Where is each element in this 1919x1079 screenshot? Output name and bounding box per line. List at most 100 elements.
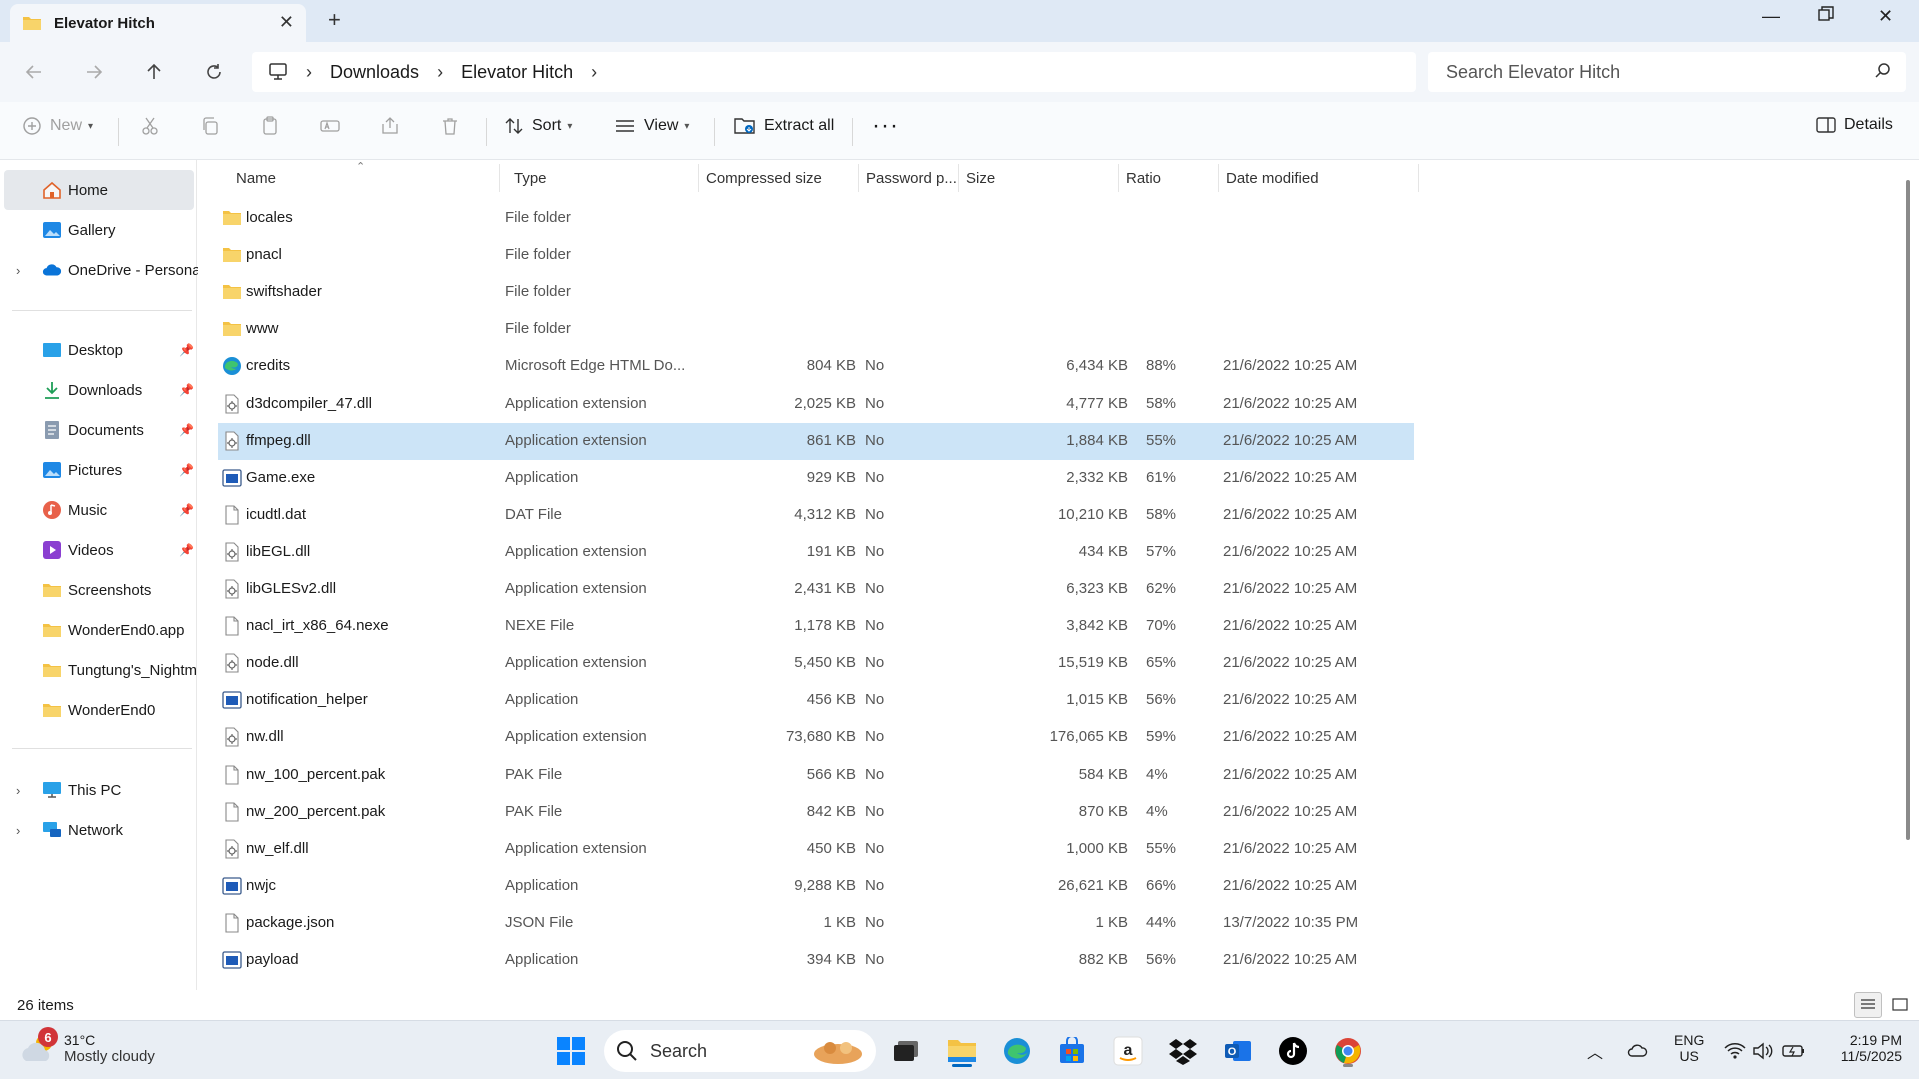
up-button[interactable] (138, 56, 170, 88)
column-header-password[interactable]: Password p... (858, 160, 958, 196)
minimize-icon[interactable]: — (1762, 6, 1780, 27)
close-tab-icon[interactable]: ✕ (279, 12, 294, 33)
file-row[interactable]: www File folder (218, 311, 1414, 348)
search-box[interactable] (1428, 52, 1906, 92)
column-header-compressed-size[interactable]: Compressed size (698, 160, 858, 196)
tiles-view-button[interactable] (1886, 992, 1914, 1018)
sidebar-item-videos[interactable]: Videos 📌 (4, 530, 194, 570)
share-button[interactable] (380, 116, 408, 136)
sidebar-item-onedrive[interactable]: › OneDrive - Persona (4, 250, 198, 290)
forward-button[interactable] (78, 56, 110, 88)
new-tab-button[interactable]: + (328, 7, 341, 33)
file-row[interactable]: nw_elf.dll Application extension 450 KB No 1… (218, 831, 1414, 868)
file-row[interactable]: nw.dll Application extension 73,680 KB No 17… (218, 719, 1414, 756)
onedrive-tray-button[interactable] (1624, 1033, 1652, 1069)
back-button[interactable] (18, 56, 50, 88)
computer-icon[interactable] (268, 63, 288, 81)
sidebar-item-documents[interactable]: Documents 📌 (4, 410, 194, 450)
sidebar-item-wonderend0[interactable]: WonderEnd0 (4, 690, 194, 730)
file-row[interactable]: package.json JSON File 1 KB No 1 KB 44% 13/7/2… (218, 905, 1414, 942)
file-row[interactable]: notification_helper Application 456 KB No 1,… (218, 682, 1414, 719)
file-row[interactable]: nacl_irt_x86_64.nexe NEXE File 1,178 KB No 3… (218, 608, 1414, 645)
task-view-button[interactable] (888, 1033, 924, 1069)
pin-icon[interactable]: 📌 (179, 423, 194, 437)
sidebar-item-wonderend0-app[interactable]: WonderEnd0.app (4, 610, 194, 650)
chevron-right-icon[interactable]: › (437, 62, 443, 83)
column-header-size[interactable]: Size (958, 160, 1118, 196)
clock[interactable]: 2:19 PM 11/5/2025 (1822, 1032, 1902, 1064)
column-divider[interactable] (1418, 164, 1419, 192)
volume-button[interactable] (1750, 1033, 1776, 1069)
sort-button[interactable]: Sort ▾ (504, 116, 572, 136)
vertical-scrollbar[interactable] (1906, 180, 1910, 840)
file-row[interactable]: d3dcompiler_47.dll Application extension 2… (218, 386, 1414, 423)
file-row[interactable]: libGLESv2.dll Application extension 2,431 … (218, 571, 1414, 608)
column-header-date-modified[interactable]: Date modified (1218, 160, 1418, 196)
file-row[interactable]: nw_100_percent.pak PAK File 566 KB No 584 KB… (218, 757, 1414, 794)
new-button[interactable]: New ▾ (22, 116, 93, 136)
copy-button[interactable] (200, 116, 228, 136)
chevron-right-icon[interactable]: › (16, 783, 20, 798)
file-row[interactable]: ffmpeg.dll Application extension 861 KB No 1… (218, 422, 1414, 460)
pin-icon[interactable]: 📌 (179, 383, 194, 397)
dropbox-taskbar-button[interactable] (1165, 1033, 1201, 1069)
pin-icon[interactable]: 📌 (179, 503, 194, 517)
show-hidden-icons-button[interactable]: ︿ (1583, 1033, 1607, 1069)
weather-widget[interactable]: 6 31°C Mostly cloudy (20, 1027, 155, 1065)
extract-all-button[interactable]: Extract all (734, 116, 834, 136)
battery-button[interactable] (1780, 1033, 1808, 1069)
chevron-right-icon[interactable]: › (306, 62, 312, 83)
chevron-right-icon[interactable]: › (591, 62, 597, 83)
details-view-button[interactable] (1854, 992, 1882, 1018)
edge-taskbar-button[interactable] (999, 1033, 1035, 1069)
sidebar-item-music[interactable]: Music 📌 (4, 490, 194, 530)
file-row[interactable]: node.dll Application extension 5,450 KB No 1… (218, 645, 1414, 682)
more-options-button[interactable]: ··· (872, 112, 899, 140)
file-explorer-taskbar-button[interactable] (944, 1033, 980, 1069)
sidebar-item-tungtung[interactable]: Tungtung's_Nightm (4, 650, 197, 690)
sidebar-item-downloads[interactable]: Downloads 📌 (4, 370, 194, 410)
sidebar-item-desktop[interactable]: Desktop 📌 (4, 330, 194, 370)
delete-button[interactable] (440, 116, 468, 136)
tiktok-taskbar-button[interactable] (1275, 1033, 1311, 1069)
outlook-taskbar-button[interactable]: O (1220, 1033, 1256, 1069)
cut-button[interactable] (140, 116, 168, 136)
file-row[interactable]: libEGL.dll Application extension 191 KB No 4… (218, 534, 1414, 571)
column-header-type[interactable]: Type (506, 160, 706, 196)
search-input[interactable] (1446, 61, 1846, 83)
sidebar-item-pictures[interactable]: Pictures 📌 (4, 450, 194, 490)
file-row[interactable]: credits Microsoft Edge HTML Do... 804 KB No… (218, 348, 1414, 385)
sidebar-item-home[interactable]: Home (4, 170, 194, 210)
file-row[interactable]: payload Application 394 KB No 882 KB 56% 21/6/… (218, 942, 1414, 979)
store-taskbar-button[interactable] (1054, 1033, 1090, 1069)
file-row[interactable]: Game.exe Application 929 KB No 2,332 KB 61% 21… (218, 460, 1414, 497)
pin-icon[interactable]: 📌 (179, 543, 194, 557)
address-bar[interactable]: › Downloads › Elevator Hitch › (252, 52, 1416, 92)
view-button[interactable]: View ▾ (614, 116, 689, 136)
breadcrumb-elevator-hitch[interactable]: Elevator Hitch (461, 62, 573, 83)
start-button[interactable] (553, 1033, 589, 1069)
file-row[interactable]: locales File folder (218, 200, 1414, 237)
taskbar-search[interactable]: Search (604, 1030, 876, 1072)
details-button[interactable]: Details (1816, 116, 1893, 134)
input-language[interactable]: ENG US (1674, 1032, 1704, 1064)
restore-icon[interactable] (1818, 6, 1834, 27)
column-divider[interactable] (499, 164, 500, 192)
file-row[interactable]: swiftshader File folder (218, 274, 1414, 311)
chrome-taskbar-button[interactable] (1330, 1033, 1366, 1069)
pin-icon[interactable]: 📌 (179, 343, 194, 357)
file-row[interactable]: nw_200_percent.pak PAK File 842 KB No 870 KB… (218, 794, 1414, 831)
sidebar-item-screenshots[interactable]: Screenshots (4, 570, 194, 610)
column-header-ratio[interactable]: Ratio (1118, 160, 1218, 196)
amazon-taskbar-button[interactable]: a (1110, 1033, 1146, 1069)
file-row[interactable]: icudtl.dat DAT File 4,312 KB No 10,210 KB 58%… (218, 497, 1414, 534)
file-row[interactable]: pnacl File folder (218, 237, 1414, 274)
sidebar-item-gallery[interactable]: Gallery (4, 210, 194, 250)
window-tab[interactable]: Elevator Hitch ✕ (10, 4, 306, 42)
sidebar-item-this-pc[interactable]: › This PC (4, 770, 194, 810)
chevron-right-icon[interactable]: › (16, 263, 20, 278)
chevron-right-icon[interactable]: › (16, 823, 20, 838)
sidebar-item-network[interactable]: › Network (4, 810, 194, 850)
wifi-button[interactable] (1722, 1033, 1748, 1069)
refresh-button[interactable] (198, 56, 230, 88)
